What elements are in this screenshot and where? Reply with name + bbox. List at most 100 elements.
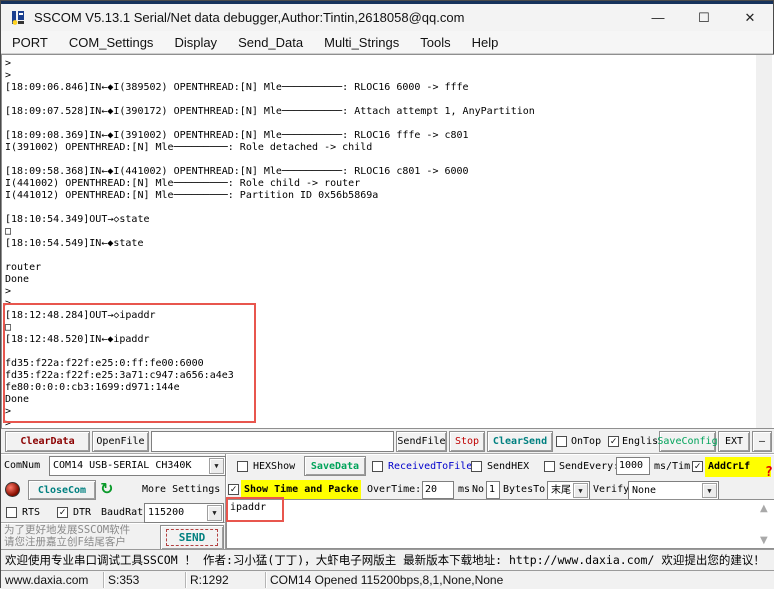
terminal-line-16 <box>5 250 754 262</box>
com-port-select[interactable]: COM14 USB-SERIAL CH340K ▼ <box>49 456 226 476</box>
rts-label: RTS <box>22 503 40 523</box>
terminal-line-8 <box>5 154 754 166</box>
promo-line1: 为了更好地发展SSCOM软件 <box>4 524 159 536</box>
com-status-led <box>5 482 20 497</box>
show-time-checkbox[interactable] <box>228 484 239 495</box>
scroll-down-icon[interactable]: ▼ <box>760 535 768 546</box>
terminal-line-18-10-54-349-out-state: [18:10:54.349]OUT→◇state <box>5 214 754 226</box>
app-icon <box>10 10 26 26</box>
bytes-input[interactable]: 1 <box>486 481 500 499</box>
chevron-down-icon[interactable]: ▼ <box>573 483 588 498</box>
welcome-marquee: 欢迎使用专业串口调试工具SSCOM ！ 作者:习小猛(丁丁)，大虾电子网版主 最… <box>1 549 774 571</box>
help-question-mark[interactable]: ? <box>765 465 773 480</box>
save-config-button[interactable]: SaveConfig <box>659 431 716 452</box>
terminal-line-14: □ <box>5 226 754 238</box>
ext-button[interactable]: EXT <box>718 431 750 452</box>
clear-data-button[interactable]: ClearData <box>5 431 90 452</box>
maximize-button[interactable]: ☐ <box>681 4 727 31</box>
annotation-rect-terminal-ipaddr <box>3 303 256 423</box>
bytes-to-label: BytesTo <box>503 480 545 500</box>
more-settings-button[interactable]: More Settings <box>142 480 220 500</box>
menu-item-com-settings[interactable]: COM_Settings <box>69 35 154 50</box>
terminal-line-5 <box>5 118 754 130</box>
send-file-button[interactable]: SendFile <box>396 431 447 452</box>
cut-mode-select[interactable]: 末尾 ▼ <box>547 481 590 500</box>
com-port-value: COM14 USB-SERIAL CH340K <box>53 457 208 475</box>
ms-label: ms <box>458 480 470 500</box>
terminal-line-18-10-54-549-in-state: [18:10:54.549]IN←◆state <box>5 238 754 250</box>
baudrate-label: BaudRat <box>101 503 143 523</box>
send-hex-label: SendHEX <box>487 457 529 477</box>
terminal-line-i-441012-openthread-n-mle-partition-id-0x56b5869a: I(441012) OPENTHREAD:[N] Mle─────────: P… <box>5 190 754 202</box>
refresh-ports-icon[interactable]: ↻ <box>100 481 113 497</box>
control-panel: ClearData OpenFile SendFile Stop ClearSe… <box>1 429 774 549</box>
terminal-line-18-09-08-369-in-i-391002-openthread-n-mle-rloc16-fffe-c801: [18:09:08.369]IN←◆I(391002) OPENTHREAD:[… <box>5 130 754 142</box>
title-bar: SSCOM V5.13.1 Serial/Net data debugger,A… <box>1 1 773 31</box>
status-received-count: R:1292 <box>186 572 266 588</box>
send-button[interactable]: SEND <box>160 525 224 550</box>
stop-button[interactable]: Stop <box>449 431 485 452</box>
verify-select[interactable]: None ▼ <box>628 481 719 500</box>
hexshow-checkbox[interactable] <box>237 461 248 472</box>
send-hex-checkbox[interactable] <box>471 461 482 472</box>
cut-mode-value: 末尾 <box>551 482 572 499</box>
menu-item-tools[interactable]: Tools <box>420 35 450 50</box>
menu-item-multi-strings[interactable]: Multi_Strings <box>324 35 399 50</box>
terminal-line-1: > <box>5 70 754 82</box>
minimize-button[interactable]: — <box>635 4 681 31</box>
terminal-scrollbar[interactable] <box>756 55 772 428</box>
file-path-input[interactable] <box>151 431 394 452</box>
save-data-button[interactable]: SaveData <box>304 456 366 476</box>
terminal-line-i-441002-openthread-n-mle-role-child-router: I(441002) OPENTHREAD:[N] Mle─────────: R… <box>5 178 754 190</box>
annotation-rect-send-ipaddr <box>226 497 284 522</box>
send-button-label: SEND <box>166 529 219 546</box>
terminal-line-19: > <box>5 286 754 298</box>
close-button[interactable]: ✕ <box>727 4 773 31</box>
overtime-label: OverTime: <box>367 480 421 500</box>
send-every-checkbox[interactable] <box>544 461 555 472</box>
status-bar: www.daxia.com S:353 R:1292 COM14 Opened … <box>1 571 774 589</box>
terminal-line-18-09-07-528-in-i-390172-openthread-n-mle-attach-attempt-1-anypartition: [18:09:07.528]IN←◆I(390172) OPENTHREAD:[… <box>5 106 754 118</box>
ontop-checkbox[interactable] <box>556 436 567 447</box>
terminal-line-18-09-06-846-in-i-389502-openthread-n-mle-rloc16-6000-fffe: [18:09:06.846]IN←◆I(389502) OPENTHREAD:[… <box>5 82 754 94</box>
send-every-label: SendEvery: <box>559 457 619 477</box>
status-sent-count: S:353 <box>104 572 186 588</box>
terminal-line-18-09-58-368-in-i-441002-openthread-n-mle-rloc16-c801-6000: [18:09:58.368]IN←◆I(441002) OPENTHREAD:[… <box>5 166 754 178</box>
open-file-button[interactable]: OpenFile <box>92 431 149 452</box>
terminal-line-3 <box>5 94 754 106</box>
received-to-file-checkbox[interactable] <box>372 461 383 472</box>
no-label: No <box>472 480 484 500</box>
ms-tim-label: ms/Tim <box>654 457 690 477</box>
chevron-down-icon[interactable]: ▼ <box>207 505 222 521</box>
verify-value: None <box>632 482 701 499</box>
add-crlf-checkbox[interactable] <box>692 461 703 472</box>
overtime-input[interactable]: 20 <box>422 481 454 499</box>
chevron-down-icon[interactable]: ▼ <box>702 483 717 498</box>
baudrate-select[interactable]: 115200 ▼ <box>144 503 224 523</box>
menu-item-help[interactable]: Help <box>472 35 499 50</box>
baudrate-value: 115200 <box>148 504 206 522</box>
chevron-down-icon[interactable]: ▼ <box>209 458 224 474</box>
rts-checkbox[interactable] <box>6 507 17 518</box>
terminal-line-0: > <box>5 58 754 70</box>
received-to-file-label: ReceivedToFile <box>388 457 472 477</box>
menu-item-send-data[interactable]: Send_Data <box>238 35 303 50</box>
terminal-line-i-391002-openthread-n-mle-role-detached-child: I(391002) OPENTHREAD:[N] Mle─────────: R… <box>5 142 754 154</box>
collapse-button[interactable]: — <box>752 431 772 452</box>
ontop-label: OnTop <box>571 432 601 452</box>
menu-item-display[interactable]: Display <box>174 35 217 50</box>
verify-label: Verify <box>593 480 629 500</box>
clear-send-button[interactable]: ClearSend <box>487 431 553 452</box>
sscom-window: { "window": { "title": "SSCOM V5.13.1 Se… <box>0 0 774 588</box>
english-checkbox[interactable] <box>608 436 619 447</box>
promo-line2: 请您注册嘉立创F结尾客户 <box>4 536 159 548</box>
scroll-up-icon[interactable]: ▲ <box>760 503 768 514</box>
menu-item-port[interactable]: PORT <box>12 35 48 50</box>
send-data-textarea[interactable]: ipaddr <box>226 499 774 549</box>
dtr-checkbox[interactable] <box>57 507 68 518</box>
status-site[interactable]: www.daxia.com <box>1 572 104 588</box>
menu-bar: PORT COM_Settings Display Send_Data Multi_St… <box>1 31 773 54</box>
close-com-button[interactable]: CloseCom <box>28 480 96 500</box>
send-interval-input[interactable]: 1000 <box>616 457 650 475</box>
window-title: SSCOM V5.13.1 Serial/Net data debugger,A… <box>34 10 464 25</box>
